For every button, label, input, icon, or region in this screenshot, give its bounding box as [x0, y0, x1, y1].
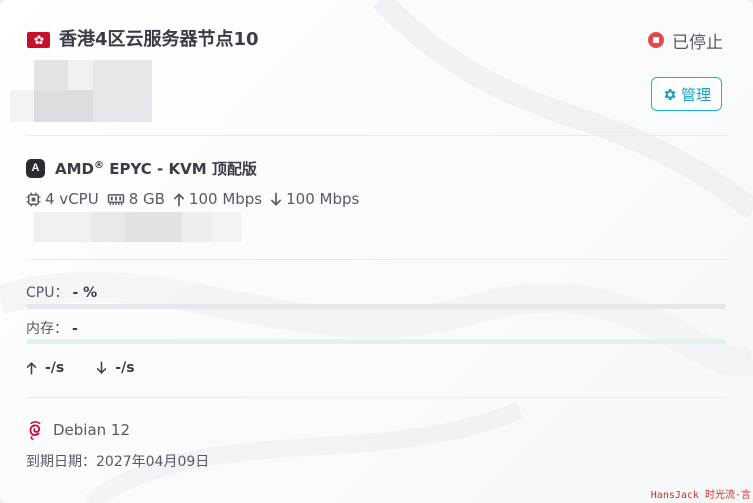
expiry-date: 到期日期：2027年04月09日 — [26, 454, 210, 470]
ram-spec: 8 GB — [107, 190, 165, 208]
cpu-chip-icon — [26, 191, 41, 207]
spec-row: 4 vCPU 8 GB 100 Mbps 100 Mbps — [26, 188, 367, 210]
manage-button[interactable]: 管理 — [651, 77, 722, 111]
server-card: 香港4区云服务器节点10 已停止 管理 A AMD® EPYC - KVM 顶配… — [0, 0, 753, 503]
cpu-model-row: A AMD® EPYC - KVM 顶配版 — [26, 157, 257, 179]
upload-bandwidth: 100 Mbps — [173, 190, 262, 208]
vcpu-spec: 4 vCPU — [26, 190, 99, 208]
divider — [26, 135, 727, 136]
cpu-usage-label: CPU： - % — [26, 285, 98, 301]
manage-button-label: 管理 — [680, 85, 711, 104]
download-bandwidth: 100 Mbps — [270, 190, 359, 208]
network-speed-row: -/s -/s — [26, 357, 135, 379]
cpu-usage-value: - % — [72, 285, 98, 301]
amd-icon: A — [26, 158, 45, 178]
divider — [26, 397, 727, 398]
status-indicator: 已停止 — [648, 28, 723, 53]
os-row: Debian 12 — [26, 419, 130, 441]
upload-speed: -/s — [26, 360, 64, 376]
memory-usage-label: 内存： - — [26, 321, 78, 337]
download-speed: -/s — [96, 360, 135, 376]
status-text: 已停止 — [672, 32, 723, 53]
divider — [26, 259, 727, 260]
memory-usage-bar — [26, 339, 726, 344]
arrow-down-icon — [97, 361, 107, 374]
arrow-up-icon — [26, 362, 37, 375]
redacted-info-block — [34, 212, 242, 242]
hk-flag-icon — [27, 32, 50, 48]
watermark: HansJack 时光流·言 — [650, 490, 751, 501]
gear-icon — [664, 88, 676, 100]
cpu-model: AMD® EPYC - KVM 顶配版 — [55, 159, 257, 178]
card-header: 香港4区云服务器节点10 已停止 — [27, 28, 723, 54]
memory-usage-value: - — [72, 321, 78, 337]
redacted-ip-block — [10, 60, 152, 122]
arrow-down-icon — [271, 192, 282, 206]
server-name: 香港4区云服务器节点10 — [59, 29, 259, 50]
cpu-usage-bar — [26, 304, 726, 309]
debian-icon — [29, 421, 41, 440]
stopped-status-icon — [648, 32, 664, 48]
arrow-up-icon — [173, 192, 184, 206]
memory-icon — [107, 193, 124, 205]
os-name: Debian 12 — [53, 421, 131, 439]
